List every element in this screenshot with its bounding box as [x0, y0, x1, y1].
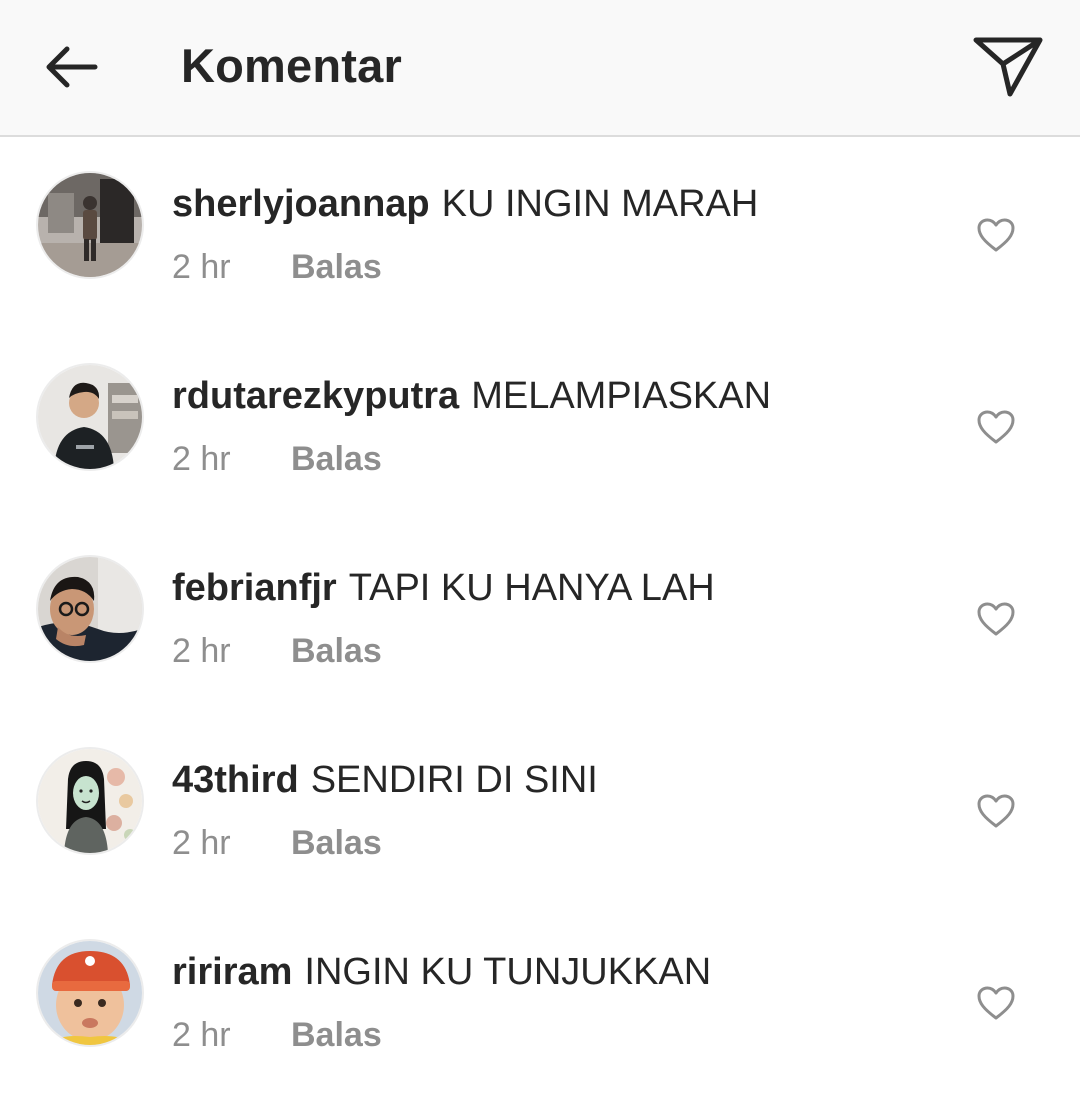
comment-item: 43third SENDIRI DI SINI 2 hr Balas — [0, 713, 1080, 905]
comment-timestamp: 2 hr — [172, 1016, 231, 1054]
comment-timestamp: 2 hr — [172, 248, 231, 286]
arrow-left-icon — [46, 46, 98, 88]
comment-timestamp: 2 hr — [172, 824, 231, 862]
avatar[interactable] — [36, 555, 144, 663]
back-button[interactable] — [38, 34, 104, 100]
heart-outline-icon — [977, 794, 1015, 828]
avatar-photo — [38, 557, 142, 661]
reply-button[interactable]: Balas — [291, 824, 382, 862]
avatar[interactable] — [36, 939, 144, 1047]
comment-text: SENDIRI DI SINI — [310, 759, 598, 801]
like-button[interactable] — [972, 597, 1020, 641]
comment-item: febrianfjr TAPI KU HANYA LAH 2 hr Balas — [0, 521, 1080, 713]
avatar-photo — [38, 941, 142, 1045]
comment-text-line: sherlyjoannap KU INGIN MARAH — [172, 181, 758, 227]
avatar-photo — [38, 365, 142, 469]
header-bar: Komentar — [0, 0, 1080, 137]
comment-username[interactable]: febrianfjr — [172, 567, 337, 609]
comment-text-line: febrianfjr TAPI KU HANYA LAH — [172, 565, 715, 611]
comment-text: INGIN KU TUNJUKKAN — [304, 951, 712, 993]
heart-outline-icon — [977, 410, 1015, 444]
comment-timestamp: 2 hr — [172, 632, 231, 670]
comment-item: rdutarezkyputra MELAMPIASKAN 2 hr Balas — [0, 329, 1080, 521]
comment-item: sherlyjoannap KU INGIN MARAH 2 hr Balas — [0, 137, 1080, 329]
reply-button[interactable]: Balas — [291, 440, 382, 478]
avatar[interactable] — [36, 363, 144, 471]
comment-username[interactable]: sherlyjoannap — [172, 183, 430, 225]
comment-text-line: ririram INGIN KU TUNJUKKAN — [172, 949, 711, 995]
reply-button[interactable]: Balas — [291, 632, 382, 670]
comment-meta: 2 hr Balas — [172, 1013, 382, 1057]
comment-username[interactable]: 43third — [172, 759, 299, 801]
avatar-photo — [38, 749, 142, 853]
share-button[interactable] — [966, 28, 1050, 104]
comment-text: MELAMPIASKAN — [471, 375, 772, 417]
comment-meta: 2 hr Balas — [172, 821, 382, 865]
comment-item: ririram INGIN KU TUNJUKKAN 2 hr Balas — [0, 905, 1080, 1097]
paper-plane-icon — [973, 37, 1043, 97]
comment-text: KU INGIN MARAH — [441, 183, 759, 225]
heart-outline-icon — [977, 986, 1015, 1020]
reply-button[interactable]: Balas — [291, 248, 382, 286]
avatar-photo — [38, 173, 142, 277]
heart-outline-icon — [977, 218, 1015, 252]
comment-username[interactable]: ririram — [172, 951, 292, 993]
comment-meta: 2 hr Balas — [172, 245, 382, 289]
avatar[interactable] — [36, 171, 144, 279]
avatar[interactable] — [36, 747, 144, 855]
comment-username[interactable]: rdutarezkyputra — [172, 375, 459, 417]
comment-text-line: 43third SENDIRI DI SINI — [172, 757, 598, 803]
comment-text: TAPI KU HANYA LAH — [348, 567, 715, 609]
reply-button[interactable]: Balas — [291, 1016, 382, 1054]
like-button[interactable] — [972, 789, 1020, 833]
like-button[interactable] — [972, 213, 1020, 257]
comment-meta: 2 hr Balas — [172, 437, 382, 481]
comment-meta: 2 hr Balas — [172, 629, 382, 673]
like-button[interactable] — [972, 981, 1020, 1025]
comment-text-line: rdutarezkyputra MELAMPIASKAN — [172, 373, 771, 419]
like-button[interactable] — [972, 405, 1020, 449]
heart-outline-icon — [977, 602, 1015, 636]
comment-timestamp: 2 hr — [172, 440, 231, 478]
page-title: Komentar — [181, 39, 402, 92]
